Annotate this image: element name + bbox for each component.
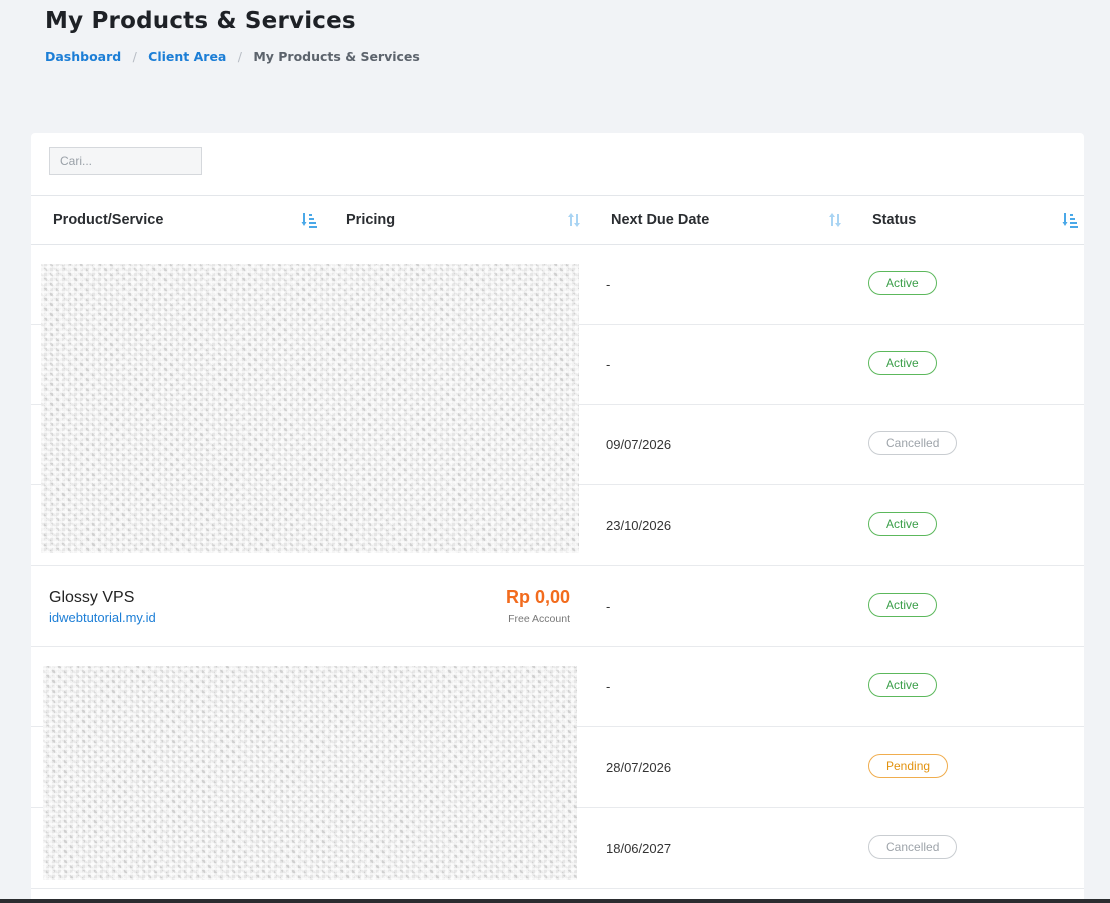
page-title: My Products & Services (45, 8, 356, 34)
breadcrumb-separator: / (237, 49, 242, 64)
due-date: 09/07/2026 (606, 437, 672, 452)
table-header: Product/Service Pricing Next Due Date St… (31, 195, 1084, 245)
due-date: - (606, 277, 611, 292)
sort-amount-icon (301, 213, 317, 228)
product-name: Glossy VPS (49, 589, 135, 606)
breadcrumb-dashboard[interactable]: Dashboard (45, 49, 121, 64)
breadcrumb-client-area[interactable]: Client Area (148, 49, 226, 64)
status-badge: Active (868, 271, 937, 295)
status-badge: Active (868, 673, 937, 697)
products-table-card: Product/Service Pricing Next Due Date (31, 133, 1084, 903)
status-badge: Active (868, 512, 937, 536)
column-header-label: Product/Service (53, 212, 164, 228)
sort-amount-icon (1062, 213, 1078, 228)
due-date: - (606, 679, 611, 694)
breadcrumb-current: My Products & Services (253, 49, 420, 64)
sort-both-icon (568, 213, 580, 227)
breadcrumb: Dashboard / Client Area / My Products & … (45, 49, 420, 64)
table-row[interactable]: Glossy VPS idwebtutorial.my.id Rp 0,00 F… (31, 567, 1084, 647)
product-domain-link[interactable]: idwebtutorial.my.id (49, 610, 156, 625)
status-badge: Cancelled (868, 835, 958, 859)
column-header-pricing[interactable]: Pricing (346, 196, 586, 244)
price-amount: Rp 0,00 (505, 587, 570, 607)
due-date: 23/10/2026 (606, 518, 672, 533)
column-header-label: Status (872, 212, 917, 228)
status-badge: Pending (868, 754, 949, 778)
billing-cycle: Free Account (508, 613, 570, 625)
breadcrumb-separator: / (132, 49, 137, 64)
status-badge: Cancelled (868, 431, 958, 455)
column-header-label: Next Due Date (611, 212, 710, 228)
sort-both-icon (829, 213, 841, 227)
column-header-label: Pricing (346, 212, 396, 228)
search-input[interactable] (49, 147, 202, 175)
due-date: 28/07/2026 (606, 760, 672, 775)
bottom-bar (0, 899, 1110, 903)
redacted-region (43, 666, 577, 880)
status-badge: Active (868, 351, 937, 375)
due-date: - (606, 599, 611, 614)
due-date: 18/06/2027 (606, 841, 672, 856)
status-badge: Active (868, 593, 937, 617)
column-header-status[interactable]: Status (872, 196, 1082, 244)
due-date: - (606, 357, 611, 372)
redacted-region (41, 264, 579, 553)
column-header-product[interactable]: Product/Service (53, 196, 321, 244)
column-header-due-date[interactable]: Next Due Date (611, 196, 848, 244)
